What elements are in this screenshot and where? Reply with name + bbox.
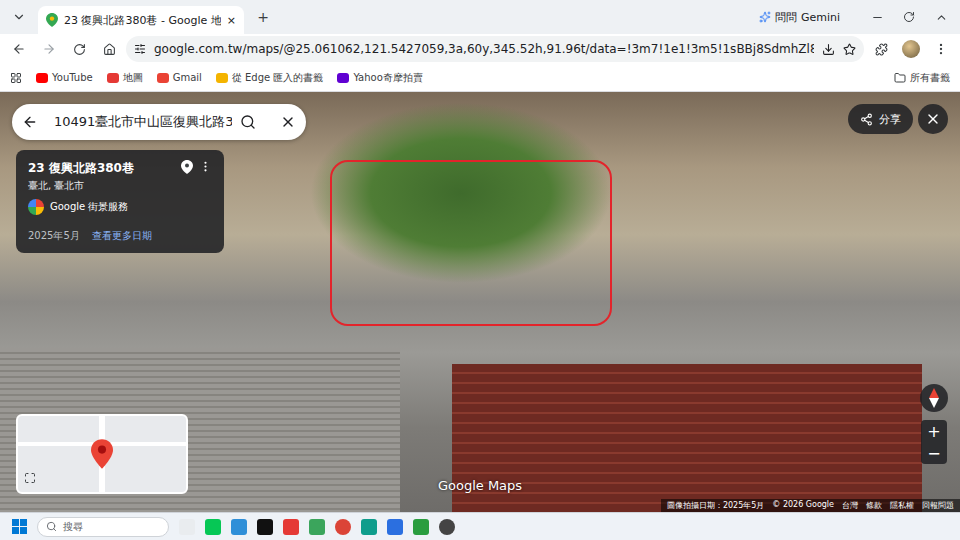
zoom-out-button[interactable]: − xyxy=(921,442,947,464)
bookmark-favicon-icon xyxy=(337,73,349,83)
taskbar-app-icon[interactable] xyxy=(231,519,247,535)
windows-start-icon[interactable] xyxy=(12,519,27,534)
tab-close-button[interactable]: × xyxy=(227,14,236,27)
google-maps-watermark: Google Maps xyxy=(0,478,960,493)
tab-search-icon[interactable] xyxy=(6,4,32,30)
maps-footer: 圖像拍攝日期：2025年5月 © 2026 Google 台灣條款隱私權回報問題 xyxy=(661,499,960,512)
new-tab-button[interactable]: + xyxy=(250,4,276,30)
all-bookmarks[interactable]: 所有書籤 xyxy=(894,71,950,85)
taskbar-app-icon[interactable] xyxy=(179,519,195,535)
map-pin-icon xyxy=(91,439,113,469)
map-controls: +− xyxy=(920,384,948,464)
bookmark-item[interactable]: 從 Edge 匯入的書籤 xyxy=(216,71,324,85)
taskbar-app-icon[interactable] xyxy=(335,519,351,535)
bookmark-favicon-icon xyxy=(36,73,48,83)
bookmark-favicon-icon xyxy=(216,73,228,83)
taskbar: 搜尋 xyxy=(0,512,960,540)
share-icon xyxy=(860,113,873,126)
place-subtitle: 臺北, 臺北市 xyxy=(28,179,212,193)
taskbar-app-icon[interactable] xyxy=(387,519,403,535)
extensions-icon[interactable] xyxy=(868,36,894,62)
taskbar-app-icon[interactable] xyxy=(257,519,273,535)
taskbar-app-icon[interactable] xyxy=(413,519,429,535)
bookmark-item[interactable]: Yahoo奇摩拍賣 xyxy=(337,71,422,85)
back-icon[interactable] xyxy=(6,36,32,62)
taskbar-app-icon[interactable] xyxy=(361,519,377,535)
site-settings-icon[interactable] xyxy=(134,43,146,55)
more-dates-link[interactable]: 查看更多日期 xyxy=(92,229,152,243)
taskbar-app-icon[interactable] xyxy=(205,519,221,535)
close-street-view-button[interactable] xyxy=(918,104,948,134)
reload-icon[interactable] xyxy=(66,36,92,62)
browser-tab[interactable]: 23 復興北路380巷 - Google 地× xyxy=(38,6,244,34)
share-button[interactable]: 分享 xyxy=(848,104,913,134)
footer-item[interactable]: 台灣 xyxy=(842,500,858,511)
gemini-button[interactable]: 問問 Gemini xyxy=(759,10,840,25)
clear-icon[interactable] xyxy=(280,114,296,130)
gemini-icon xyxy=(759,11,771,23)
maps-pin-icon xyxy=(46,13,58,27)
taskbar-app-icon[interactable] xyxy=(283,519,299,535)
brick-wall xyxy=(452,364,922,512)
forward-icon[interactable] xyxy=(36,36,62,62)
bookmark-item[interactable]: YouTube xyxy=(36,72,93,83)
bookmark-star-icon[interactable] xyxy=(843,43,856,56)
red-annotation-box xyxy=(330,160,612,326)
footer-item[interactable]: 隱私權 xyxy=(890,500,914,511)
bookmark-favicon-icon xyxy=(157,73,169,83)
folder-icon xyxy=(894,72,906,84)
collapse-icon[interactable] xyxy=(928,4,954,30)
google-logo-icon xyxy=(28,199,44,215)
place-card: 23 復興北路380巷臺北, 臺北市 Google 街景服務 2025年5月查看更多… xyxy=(16,150,224,253)
capture-date: 2025年5月 xyxy=(28,229,80,243)
bookmark-favicon-icon xyxy=(107,73,119,83)
address-bar[interactable]: google.com.tw/maps/@25.061062,121.542705… xyxy=(126,36,864,62)
search-icon[interactable] xyxy=(240,114,256,130)
mini-map[interactable] xyxy=(16,414,188,494)
tab-strip: 23 復興北路380巷 - Google 地×+ 問問 Gemini xyxy=(0,0,960,34)
footer-item: © 2026 Google xyxy=(772,500,834,511)
expand-icon[interactable] xyxy=(24,469,36,488)
street-view-image[interactable]: 10491臺北市中山區復興北路38 23 復興北路380巷臺北, 臺北市 Googl… xyxy=(0,92,960,512)
menu-icon[interactable] xyxy=(928,36,954,62)
source-label: Google 街景服務 xyxy=(50,200,128,214)
download-icon[interactable] xyxy=(822,43,835,56)
compass-icon[interactable] xyxy=(920,384,948,412)
bookmarks-bar: YouTube 地圖 Gmail 從 Edge 匯入的書籤 Yahoo奇摩拍賣 所有書籤 xyxy=(0,64,960,92)
footer-item[interactable]: 回報問題 xyxy=(922,500,954,511)
home-icon[interactable] xyxy=(96,36,122,62)
minimize-icon[interactable] xyxy=(864,4,890,30)
more-icon[interactable] xyxy=(199,160,212,173)
maps-search-box[interactable]: 10491臺北市中山區復興北路38 xyxy=(12,104,306,140)
footer-item[interactable]: 條款 xyxy=(866,500,882,511)
zoom-in-button[interactable]: + xyxy=(921,420,947,442)
bookmark-item[interactable]: 地圖 xyxy=(107,71,143,85)
back-arrow-icon[interactable] xyxy=(22,114,38,130)
place-title: 23 復興北路380巷 xyxy=(28,160,175,177)
restore-icon[interactable] xyxy=(896,4,922,30)
taskbar-search[interactable]: 搜尋 xyxy=(37,517,169,537)
location-pin-icon[interactable] xyxy=(181,160,193,174)
taskbar-app-icon[interactable] xyxy=(309,519,325,535)
toolbar: google.com.tw/maps/@25.061062,121.542705… xyxy=(0,34,960,64)
browser-window: 23 復興北路380巷 - Google 地×+問問 Geminigoogle.… xyxy=(0,0,960,540)
bookmark-item[interactable]: Gmail xyxy=(157,72,202,83)
search-icon xyxy=(46,521,57,532)
footer-item: 圖像拍攝日期：2025年5月 xyxy=(667,500,764,511)
taskbar-app-icon[interactable] xyxy=(439,519,455,535)
apps-grid-icon[interactable] xyxy=(10,72,22,84)
profile-avatar[interactable] xyxy=(898,36,924,62)
